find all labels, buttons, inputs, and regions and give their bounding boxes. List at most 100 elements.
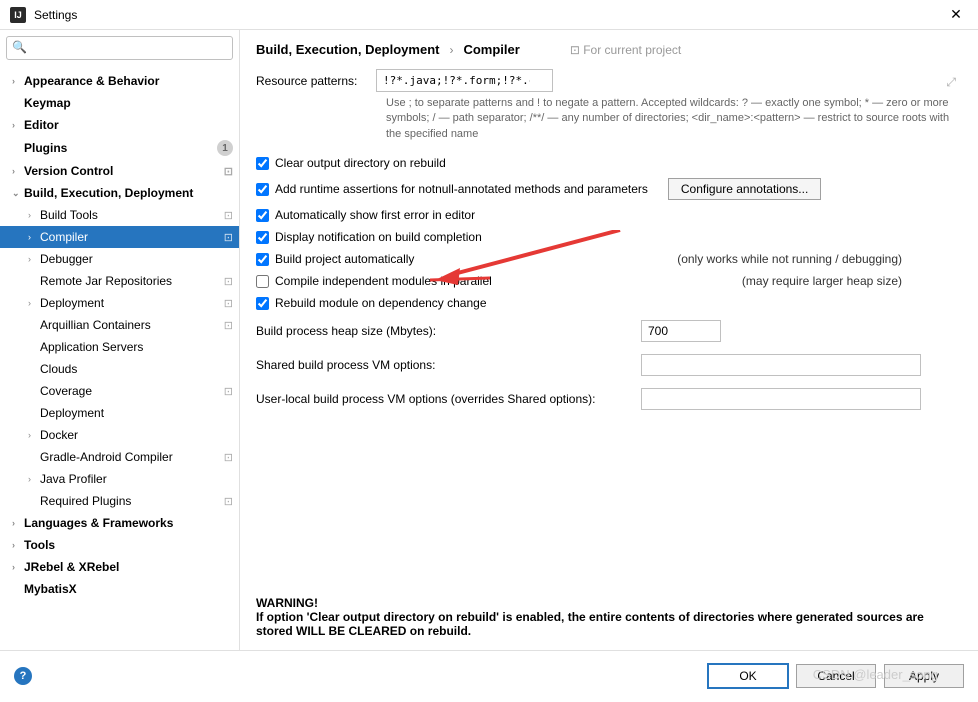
nav-appearance[interactable]: ›Appearance & Behavior <box>0 70 239 92</box>
nav-remote-jar[interactable]: Remote Jar Repositories⊡ <box>0 270 239 292</box>
shared-vm-label: Shared build process VM options: <box>256 358 641 372</box>
shared-vm-input[interactable] <box>641 354 921 376</box>
expand-icon[interactable]: ⤢ <box>946 75 956 90</box>
project-scope-icon: ⊡ <box>224 297 233 310</box>
auto-first-error-row: Automatically show first error in editor <box>256 208 962 222</box>
nav-version-control[interactable]: ›Version Control⊡ <box>0 160 239 182</box>
chevron-right-icon: › <box>12 166 24 176</box>
build-auto-checkbox[interactable]: Build project automatically <box>256 252 414 266</box>
dialog-footer: ? OK Cancel Apply <box>0 650 978 700</box>
warning-text: If option 'Clear output directory on reb… <box>256 610 962 638</box>
chevron-right-icon: › <box>28 298 40 308</box>
resource-patterns-input[interactable] <box>376 69 553 92</box>
project-scope-icon: ⊡ <box>224 165 233 178</box>
project-scope-icon: ⊡ <box>224 275 233 288</box>
scope-hint: ⊡ For current project <box>570 43 681 57</box>
project-scope-icon: ⊡ <box>224 319 233 332</box>
window-title: Settings <box>34 8 944 22</box>
chevron-right-icon: › <box>12 540 24 550</box>
nav-lang-frameworks[interactable]: ›Languages & Frameworks <box>0 512 239 534</box>
project-scope-icon: ⊡ <box>224 451 233 464</box>
nav-arquillian[interactable]: Arquillian Containers⊡ <box>0 314 239 336</box>
resource-patterns-label: Resource patterns: <box>256 69 376 88</box>
breadcrumb-parent[interactable]: Build, Execution, Deployment <box>256 42 439 57</box>
nav-tools[interactable]: ›Tools <box>0 534 239 556</box>
chevron-right-icon: › <box>28 210 40 220</box>
build-auto-row: Build project automatically (only works … <box>256 252 962 266</box>
main-area: 🔍 ›Appearance & Behavior Keymap ›Editor … <box>0 30 978 650</box>
display-notif-row: Display notification on build completion <box>256 230 962 244</box>
nav-app-servers[interactable]: Application Servers <box>0 336 239 358</box>
nav-jrebel[interactable]: ›JRebel & XRebel <box>0 556 239 578</box>
clear-output-row: Clear output directory on rebuild <box>256 156 962 170</box>
nav-java-profiler[interactable]: ›Java Profiler <box>0 468 239 490</box>
chevron-right-icon: › <box>12 518 24 528</box>
chevron-right-icon: › <box>12 76 24 86</box>
nav-debugger[interactable]: ›Debugger <box>0 248 239 270</box>
nav-plugins[interactable]: Plugins1 <box>0 136 239 160</box>
compile-parallel-note: (may require larger heap size) <box>742 274 962 288</box>
nav-docker[interactable]: ›Docker <box>0 424 239 446</box>
nav-build-exec-deploy[interactable]: ⌄Build, Execution, Deployment <box>0 182 239 204</box>
nav-coverage[interactable]: Coverage⊡ <box>0 380 239 402</box>
nav-compiler[interactable]: ›Compiler⊡ <box>0 226 239 248</box>
nav-deployment[interactable]: ›Deployment⊡ <box>0 292 239 314</box>
breadcrumb-current: Compiler <box>463 42 519 57</box>
nav-gradle-android[interactable]: Gradle-Android Compiler⊡ <box>0 446 239 468</box>
nav-tree: ›Appearance & Behavior Keymap ›Editor Pl… <box>0 66 239 650</box>
resource-patterns-row: Resource patterns: ⤢ <box>256 69 962 92</box>
apply-button[interactable]: Apply <box>884 664 964 688</box>
nav-deployment2[interactable]: Deployment <box>0 402 239 424</box>
nav-mybatisx[interactable]: MybatisX <box>0 578 239 600</box>
clear-output-checkbox[interactable]: Clear output directory on rebuild <box>256 156 446 170</box>
user-vm-input[interactable] <box>641 388 921 410</box>
ok-button[interactable]: OK <box>708 664 788 688</box>
warning-title: WARNING! <box>256 596 962 610</box>
chevron-right-icon: › <box>12 120 24 130</box>
nav-required-plugins[interactable]: Required Plugins⊡ <box>0 490 239 512</box>
search-icon: 🔍 <box>12 40 27 54</box>
rebuild-module-row: Rebuild module on dependency change <box>256 296 962 310</box>
nav-build-tools[interactable]: ›Build Tools⊡ <box>0 204 239 226</box>
close-icon[interactable]: ✕ <box>944 6 968 23</box>
configure-annotations-button[interactable]: Configure annotations... <box>668 178 821 200</box>
title-bar: IJ Settings ✕ <box>0 0 978 30</box>
user-vm-label: User-local build process VM options (ove… <box>256 392 641 406</box>
app-logo-icon: IJ <box>10 7 26 23</box>
auto-first-error-checkbox[interactable]: Automatically show first error in editor <box>256 208 475 222</box>
content-panel: Build, Execution, Deployment › Compiler … <box>240 30 978 650</box>
help-icon[interactable]: ? <box>14 667 32 685</box>
nav-keymap[interactable]: Keymap <box>0 92 239 114</box>
compile-parallel-row: Compile independent modules in parallel … <box>256 274 962 288</box>
cancel-button[interactable]: Cancel <box>796 664 876 688</box>
nav-clouds[interactable]: Clouds <box>0 358 239 380</box>
project-scope-icon: ⊡ <box>224 209 233 222</box>
project-scope-icon: ⊡ <box>224 385 233 398</box>
chevron-right-icon: › <box>28 474 40 484</box>
heap-size-input[interactable] <box>641 320 721 342</box>
warning-block: WARNING! If option 'Clear output directo… <box>256 596 962 638</box>
project-scope-icon: ⊡ <box>224 495 233 508</box>
plugins-badge: 1 <box>217 140 233 156</box>
nav-editor[interactable]: ›Editor <box>0 114 239 136</box>
chevron-right-icon: › <box>28 232 40 242</box>
chevron-right-icon: › <box>449 43 453 57</box>
build-auto-note: (only works while not running / debuggin… <box>677 252 962 266</box>
heap-size-row: Build process heap size (Mbytes): <box>256 320 962 342</box>
add-runtime-checkbox[interactable]: Add runtime assertions for notnull-annot… <box>256 182 648 196</box>
resource-patterns-help: Use ; to separate patterns and ! to nega… <box>386 96 962 142</box>
search-input[interactable] <box>6 36 233 60</box>
project-scope-icon: ⊡ <box>224 231 233 244</box>
user-vm-row: User-local build process VM options (ove… <box>256 388 962 410</box>
add-runtime-row: Add runtime assertions for notnull-annot… <box>256 178 962 200</box>
breadcrumb: Build, Execution, Deployment › Compiler … <box>256 42 962 57</box>
display-notif-checkbox[interactable]: Display notification on build completion <box>256 230 482 244</box>
compile-parallel-checkbox[interactable]: Compile independent modules in parallel <box>256 274 492 288</box>
sidebar: 🔍 ›Appearance & Behavior Keymap ›Editor … <box>0 30 240 650</box>
rebuild-module-checkbox[interactable]: Rebuild module on dependency change <box>256 296 487 310</box>
shared-vm-row: Shared build process VM options: <box>256 354 962 376</box>
chevron-down-icon: ⌄ <box>12 188 24 199</box>
search-wrap: 🔍 <box>0 30 239 66</box>
chevron-right-icon: › <box>28 254 40 264</box>
heap-size-label: Build process heap size (Mbytes): <box>256 324 641 338</box>
